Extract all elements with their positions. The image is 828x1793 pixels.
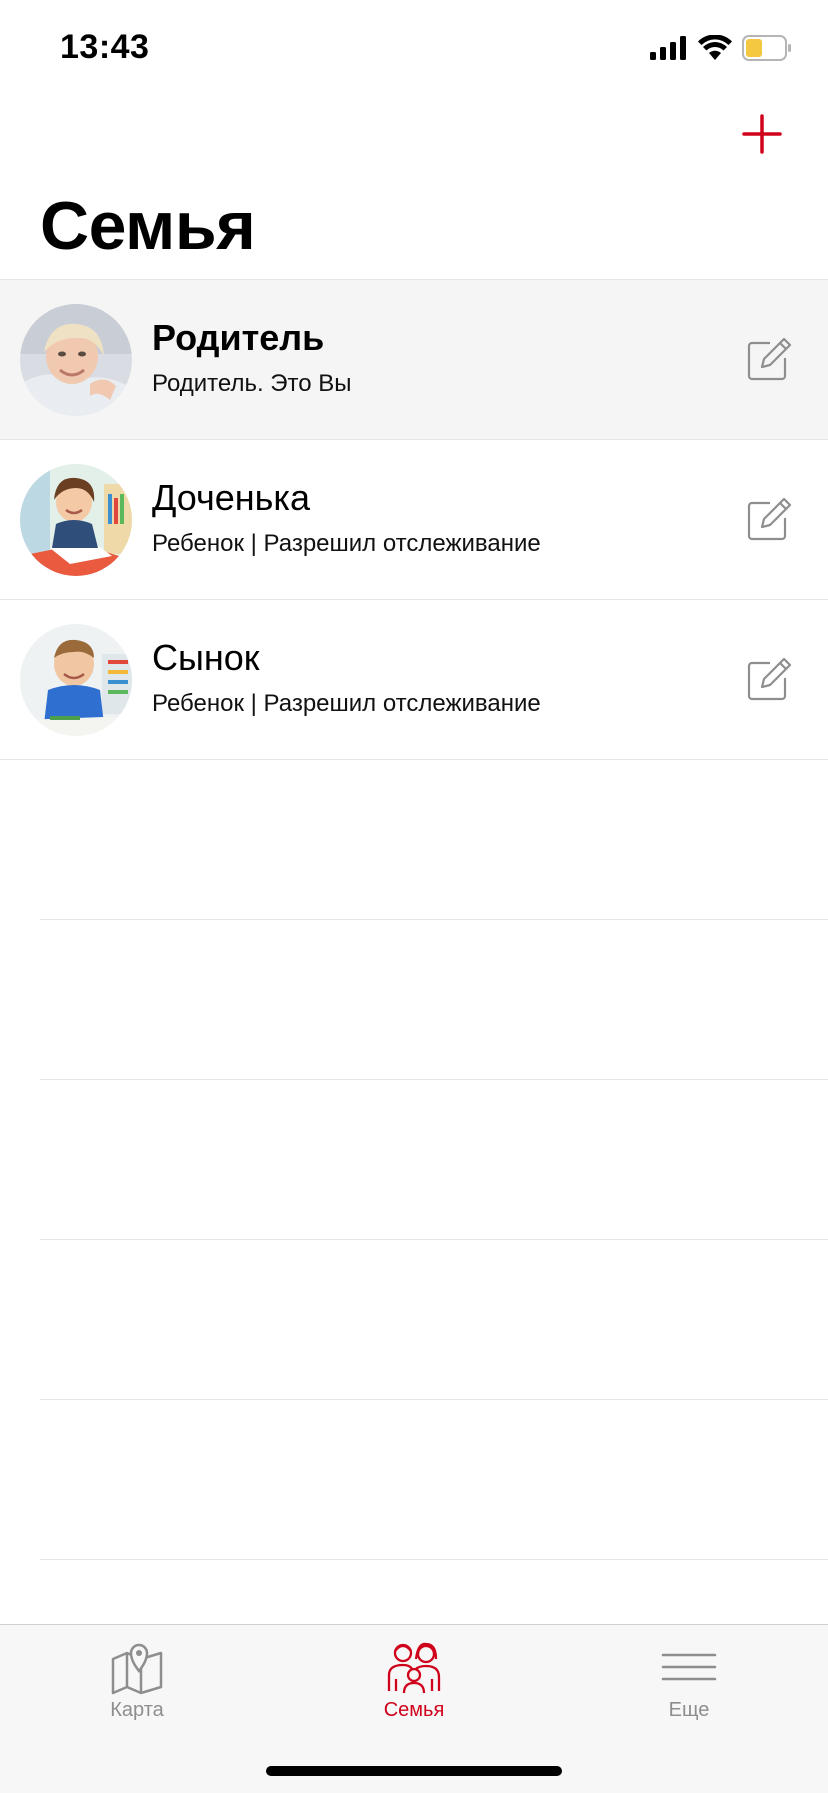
avatar-daughter [20, 464, 132, 576]
edit-icon[interactable] [746, 496, 792, 542]
add-member-button[interactable] [736, 108, 788, 160]
family-icon [387, 1642, 441, 1694]
empty-row [40, 1240, 828, 1400]
member-subtitle: Ребенок | Разрешил отслеживание [152, 530, 541, 557]
status-icons [650, 34, 792, 62]
member-name: Сынок [152, 637, 260, 678]
empty-row [40, 1080, 828, 1240]
map-icon [111, 1643, 163, 1695]
member-list: Родитель Родитель. Это Вы Доченька Ребен… [0, 280, 828, 1560]
menu-icon [661, 1653, 717, 1681]
plus-icon [742, 114, 782, 154]
tab-more[interactable]: Еще [589, 1639, 789, 1739]
cellular-signal-icon [650, 36, 686, 60]
member-row-son[interactable]: Сынок Ребенок | Разрешил отслеживание [0, 600, 828, 760]
edit-icon[interactable] [746, 656, 792, 702]
member-row-parent[interactable]: Родитель Родитель. Это Вы [0, 280, 828, 440]
member-subtitle: Ребенок | Разрешил отслеживание [152, 690, 541, 717]
avatar-son [20, 624, 132, 736]
empty-row [40, 920, 828, 1080]
tab-family[interactable]: Семья [314, 1639, 514, 1739]
member-subtitle: Родитель. Это Вы [152, 370, 352, 397]
member-row-daughter[interactable]: Доченька Ребенок | Разрешил отслеживание [0, 440, 828, 600]
edit-icon[interactable] [746, 336, 792, 382]
status-bar: 13:43 [0, 0, 828, 100]
wifi-icon [698, 35, 732, 60]
empty-row [40, 760, 828, 920]
tab-label: Карта [110, 1699, 164, 1721]
member-name: Доченька [152, 477, 310, 518]
battery-icon [742, 35, 791, 61]
avatar-parent [20, 304, 132, 416]
tab-label: Еще [668, 1699, 710, 1721]
member-name: Родитель [152, 317, 325, 358]
empty-row [40, 1400, 828, 1560]
tab-map[interactable]: Карта [37, 1639, 237, 1739]
status-time: 13:43 [60, 28, 150, 66]
page-title: Семья [40, 188, 256, 264]
tab-label: Семья [383, 1699, 445, 1721]
home-indicator [266, 1766, 562, 1776]
